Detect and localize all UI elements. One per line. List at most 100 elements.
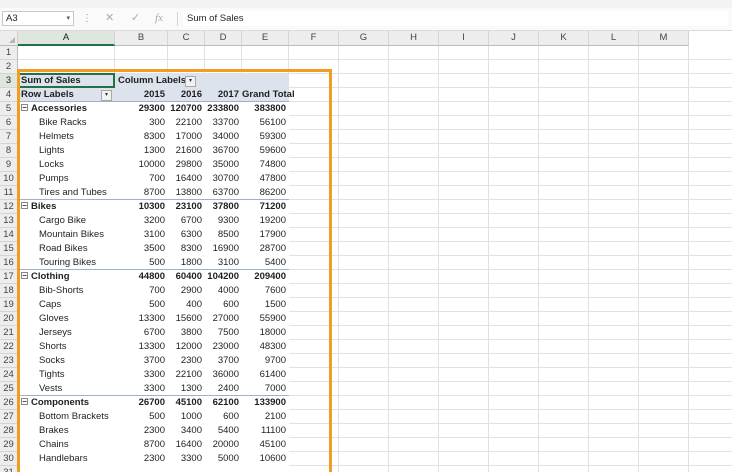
pivot-value: 13800 xyxy=(175,187,202,198)
row-header-9[interactable]: 9 xyxy=(0,158,18,172)
pivot-item-row-label: Jerseys xyxy=(39,327,72,338)
column-header-a[interactable]: A xyxy=(18,31,115,46)
pivot-value: 35000 xyxy=(212,159,239,170)
row-header-11[interactable]: 11 xyxy=(0,186,18,200)
row-header-4[interactable]: 4 xyxy=(0,88,18,102)
select-all-button[interactable] xyxy=(0,31,18,46)
pivot-value: 16900 xyxy=(212,243,239,254)
pivot-value: 63700 xyxy=(212,187,239,198)
row-header-17[interactable]: 17 xyxy=(0,270,18,284)
row-header-24[interactable]: 24 xyxy=(0,368,18,382)
insert-function-icon[interactable]: fx xyxy=(155,12,163,25)
pivot-item-row-label: Gloves xyxy=(39,313,69,324)
column-header-f[interactable]: F xyxy=(289,31,339,46)
pivot-value: 2900 xyxy=(180,285,202,296)
gridline xyxy=(538,46,539,472)
pivot-grand-total-value: 9700 xyxy=(264,355,286,366)
row-header-2[interactable]: 2 xyxy=(0,60,18,74)
column-header-h[interactable]: H xyxy=(389,31,439,46)
pivot-value: 30700 xyxy=(212,173,239,184)
pivot-grand-total-value: 28700 xyxy=(259,243,286,254)
column-header-k[interactable]: K xyxy=(539,31,589,46)
pivot-value: 700 xyxy=(149,173,165,184)
pivot-column-labels: Column Labels xyxy=(118,75,187,86)
pivot-value: 26700 xyxy=(138,397,165,408)
row-header-28[interactable]: 28 xyxy=(0,424,18,438)
enter-icon[interactable]: ✓ xyxy=(131,12,140,25)
pivot-group-row-label[interactable]: − Clothing xyxy=(18,270,115,284)
cancel-icon[interactable]: ✕ xyxy=(105,12,114,25)
row-header-7[interactable]: 7 xyxy=(0,130,18,144)
pivot-value: 1300 xyxy=(180,383,202,394)
pivot-grand-total-value: 5400 xyxy=(264,257,286,268)
row-header-30[interactable]: 30 xyxy=(0,452,18,466)
pivot-group-row-label[interactable]: − Bikes xyxy=(18,200,115,214)
row-header-8[interactable]: 8 xyxy=(0,144,18,158)
row-header-15[interactable]: 15 xyxy=(0,242,18,256)
column-header-b[interactable]: B xyxy=(115,31,168,46)
pivot-group-row-label[interactable]: − Accessories xyxy=(18,102,115,116)
row-header-16[interactable]: 16 xyxy=(0,256,18,270)
collapse-icon[interactable]: − xyxy=(21,397,28,405)
column-labels-filter-button[interactable]: ▾ xyxy=(185,76,196,87)
more-options-icon[interactable]: ⋮ xyxy=(82,12,92,25)
row-header-3[interactable]: 3 xyxy=(0,74,18,88)
row-header-25[interactable]: 25 xyxy=(0,382,18,396)
row-header-20[interactable]: 20 xyxy=(0,312,18,326)
row-header-29[interactable]: 29 xyxy=(0,438,18,452)
pivot-item-row-label: Socks xyxy=(39,355,65,366)
pivot-grand-total-value: 17900 xyxy=(259,229,286,240)
pivot-value: 500 xyxy=(149,257,165,268)
formula-input[interactable]: Sum of Sales xyxy=(183,11,728,26)
row-header-27[interactable]: 27 xyxy=(0,410,18,424)
column-header-g[interactable]: G xyxy=(339,31,389,46)
column-header-e[interactable]: E xyxy=(242,31,289,46)
pivot-grand-total-value: 133900 xyxy=(254,397,286,408)
pivot-value: 4000 xyxy=(217,285,239,296)
pivot-grand-total-value: 61400 xyxy=(259,369,286,380)
row-header-5[interactable]: 5 xyxy=(0,102,18,116)
column-header-c[interactable]: C xyxy=(168,31,205,46)
row-header-13[interactable]: 13 xyxy=(0,214,18,228)
row-header-14[interactable]: 14 xyxy=(0,228,18,242)
row-header-6[interactable]: 6 xyxy=(0,116,18,130)
row-header-10[interactable]: 10 xyxy=(0,172,18,186)
row-header-18[interactable]: 18 xyxy=(0,284,18,298)
pivot-grand-total-value: 2100 xyxy=(264,411,286,422)
column-header-i[interactable]: I xyxy=(439,31,489,46)
pivot-value: 400 xyxy=(186,299,202,310)
column-header-m[interactable]: M xyxy=(639,31,689,46)
column-header-d[interactable]: D xyxy=(205,31,242,46)
collapse-icon[interactable]: − xyxy=(21,201,28,209)
pivot-value: 1300 xyxy=(143,145,165,156)
pivot-values-label: Sum of Sales xyxy=(21,75,81,86)
row-labels-filter-button[interactable]: ▾ xyxy=(101,90,112,101)
pivot-value: 500 xyxy=(149,299,165,310)
pivot-value: 2400 xyxy=(217,383,239,394)
pivot-value: 6300 xyxy=(180,229,202,240)
row-header-26[interactable]: 26 xyxy=(0,396,18,410)
row-header-19[interactable]: 19 xyxy=(0,298,18,312)
collapse-icon[interactable]: − xyxy=(21,103,28,111)
pivot-grand-total-value: 56100 xyxy=(259,117,286,128)
row-header-1[interactable]: 1 xyxy=(0,46,18,60)
name-box-dropdown-icon[interactable]: ▾ xyxy=(66,12,70,25)
pivot-value: 3300 xyxy=(143,369,165,380)
row-header-12[interactable]: 12 xyxy=(0,200,18,214)
row-header-21[interactable]: 21 xyxy=(0,326,18,340)
row-header-22[interactable]: 22 xyxy=(0,340,18,354)
row-header-23[interactable]: 23 xyxy=(0,354,18,368)
pivot-item-row-label: Bib-Shorts xyxy=(39,285,84,296)
pivot-grand-total-value: 19200 xyxy=(259,215,286,226)
column-header-l[interactable]: L xyxy=(589,31,639,46)
pivot-item-row-label: Cargo Bike xyxy=(39,215,86,226)
name-box[interactable]: A3 ▾ xyxy=(2,11,74,26)
pivot-value: 120700 xyxy=(170,103,202,114)
row-header-31[interactable]: 31 xyxy=(0,466,18,472)
pivot-item-row-label: Brakes xyxy=(39,425,69,436)
worksheet[interactable]: ABCDEFGHIJKLM 1 2 3 4 5 6 7 8 9 10 11 12 13 14 15 16 17 1… xyxy=(0,31,732,472)
column-header-j[interactable]: J xyxy=(489,31,539,46)
collapse-icon[interactable]: − xyxy=(21,271,28,279)
pivot-group-row-label[interactable]: − Components xyxy=(18,396,115,410)
pivot-value: 500 xyxy=(149,411,165,422)
